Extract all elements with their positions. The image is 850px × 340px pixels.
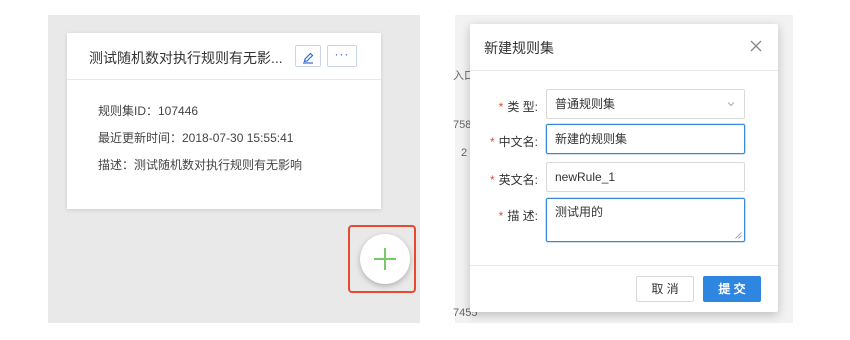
card-body: 规则集ID：107446 最近更新时间：2018-07-30 15:55:41 … bbox=[67, 80, 381, 179]
chevron-down-icon bbox=[727, 102, 735, 107]
form-row-description: * 描 述: 测试用的 bbox=[470, 198, 778, 246]
form-row-english-name: * 英文名: newRule_1 bbox=[470, 162, 778, 196]
background-text: 2 bbox=[461, 147, 468, 159]
description-label: 描 述: bbox=[507, 209, 538, 223]
required-mark: * bbox=[498, 209, 504, 223]
rule-set-id: 规则集ID：107446 bbox=[98, 104, 199, 118]
english-name-input[interactable]: newRule_1 bbox=[546, 162, 745, 192]
submit-button[interactable]: 提 交 bbox=[703, 276, 761, 302]
plus-icon bbox=[374, 248, 396, 270]
dialog-footer: 取 消 提 交 bbox=[470, 265, 778, 312]
rule-set-card[interactable]: 测试随机数对执行规则有无影... ··· 规则集ID：107446 最近更新时间… bbox=[67, 33, 381, 209]
chinese-name-input[interactable]: 新建的规则集 bbox=[546, 124, 745, 154]
more-button[interactable]: ··· bbox=[327, 45, 357, 67]
dialog-header: 新建规则集 bbox=[470, 24, 778, 71]
required-mark: * bbox=[489, 135, 495, 149]
pencil-icon bbox=[303, 52, 314, 64]
form-row-chinese-name: * 中文名: 新建的规则集 bbox=[470, 124, 778, 158]
type-select-value: 普通规则集 bbox=[555, 97, 616, 111]
more-icon: ··· bbox=[334, 47, 350, 61]
resize-handle-icon[interactable] bbox=[735, 232, 742, 239]
description-textarea[interactable]: 测试用的 bbox=[546, 198, 745, 242]
type-label: 类 型: bbox=[507, 100, 538, 114]
rule-set-list-panel: 测试随机数对执行规则有无影... ··· 规则集ID：107446 最近更新时间… bbox=[48, 15, 420, 323]
cancel-button[interactable]: 取 消 bbox=[636, 276, 694, 302]
add-rule-set-button[interactable] bbox=[360, 234, 410, 284]
chinese-name-label: 中文名: bbox=[498, 135, 538, 149]
type-select[interactable]: 普通规则集 bbox=[546, 89, 745, 119]
new-rule-set-dialog: 新建规则集 * 类 型: 普通规则集 * 中文名: 新建的规则集 * 英文名: new… bbox=[470, 24, 778, 312]
english-name-value: newRule_1 bbox=[555, 170, 616, 184]
background-text: 758 bbox=[453, 119, 472, 131]
english-name-label: 英文名: bbox=[498, 173, 538, 187]
required-mark: * bbox=[489, 173, 495, 187]
form-row-type: * 类 型: 普通规则集 bbox=[470, 89, 778, 123]
card-title: 测试随机数对执行规则有无影... bbox=[89, 50, 283, 66]
chinese-name-value: 新建的规则集 bbox=[555, 132, 628, 146]
card-header: 测试随机数对执行规则有无影... ··· bbox=[67, 33, 381, 80]
dialog-title: 新建规则集 bbox=[484, 40, 554, 56]
edit-button[interactable] bbox=[295, 45, 321, 67]
close-icon[interactable] bbox=[750, 40, 762, 52]
required-mark: * bbox=[498, 100, 504, 114]
last-updated-time: 最近更新时间：2018-07-30 15:55:41 bbox=[98, 131, 294, 145]
description-value: 测试用的 bbox=[555, 205, 604, 219]
description: 描述：测试随机数对执行规则有无影响 bbox=[98, 158, 303, 172]
